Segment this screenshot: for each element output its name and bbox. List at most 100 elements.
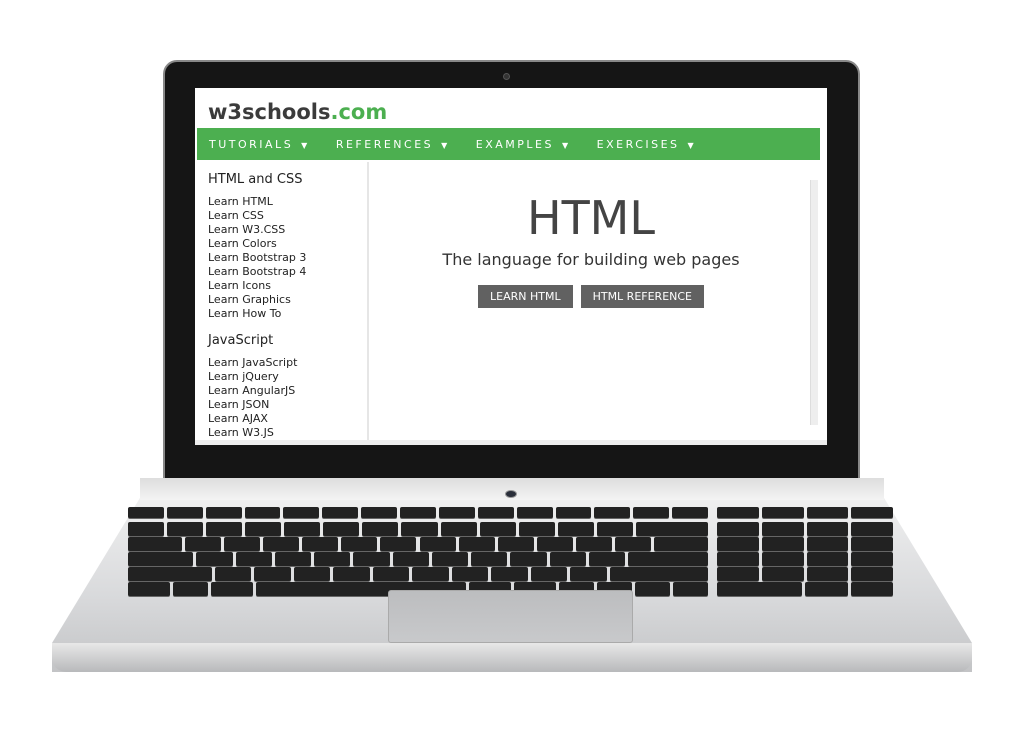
logo-suffix: .com [330,100,388,124]
keyboard-key [851,507,893,518]
keyboard-key [717,537,759,551]
keyboard-key [196,552,233,566]
keyboard-key [479,522,516,536]
keyboard-key [635,522,708,536]
keyboard-key [293,567,331,581]
keyboard-key [673,582,708,596]
keyboard-key [510,552,547,566]
sidebar-link[interactable]: Learn Colors [208,237,367,251]
keyboard-key [438,507,475,518]
keyboard-key [380,537,417,551]
w3schools-logo[interactable]: w3schools.com [208,100,387,124]
keyboard-key [575,537,612,551]
keyboard-key [672,507,708,518]
keyboard-key [372,567,410,581]
keyboard-key [717,567,759,581]
sidebar-link[interactable]: Learn W3.JS [208,426,367,440]
learn-html-button[interactable]: LEARN HTML [477,285,573,308]
keyboard-key [806,537,849,551]
keyboard-key [806,507,849,518]
keyboard-key [224,537,261,551]
keyboard [128,507,708,596]
keyboard-key [717,522,759,536]
keyboard-key [128,552,194,566]
keyboard-key [353,552,390,566]
sidebar-link[interactable]: Learn AJAX [208,412,367,426]
scrollbar[interactable] [810,180,818,425]
keyboard-key [322,507,359,518]
keyboard-key [555,507,592,518]
nav-tutorials[interactable]: TUTORIALS ▼ [209,138,310,151]
keyboard-key [806,522,849,536]
sidebar-heading-javascript: JavaScript [208,333,274,348]
sidebar-link[interactable]: Learn W3.CSS [208,223,367,237]
keyboard-key [594,507,631,518]
keyboard-key [851,522,893,536]
keyboard-key [254,567,291,581]
keyboard-key [653,537,708,551]
keyboard-key [302,537,339,551]
keyboard-key [419,537,456,551]
keyboard-key [458,537,495,551]
keyboard-key [536,537,573,551]
horizontal-scrollbar[interactable] [195,440,827,445]
keyboard-key [185,537,222,551]
keyboard-key [283,507,320,518]
keyboard-key [206,522,243,536]
sidebar-link[interactable]: Learn Bootstrap 3 [208,251,367,265]
sidebar-link[interactable]: Learn How To [208,307,367,321]
nav-exercises[interactable]: EXERCISES ▼ [597,138,697,151]
keyboard-key [235,552,272,566]
keyboard-key [635,582,670,596]
nav-references[interactable]: REFERENCES ▼ [336,138,450,151]
sidebar: HTML and CSS Learn HTML Learn CSS Learn W3… [197,162,369,445]
nav-label: TUTORIALS [209,137,294,151]
keyboard-key [614,537,651,551]
keyboard-key [761,507,804,518]
sidebar-link[interactable]: Learn Graphics [208,293,367,307]
keyboard-key [412,567,449,581]
caret-down-icon: ▼ [301,140,310,150]
sidebar-link[interactable]: Learn Bootstrap 4 [208,265,367,279]
caret-down-icon: ▼ [441,140,450,150]
keyboard-key [128,507,164,518]
keyboard-key [362,522,399,536]
keyboard-key [588,552,626,566]
keyboard-key [851,552,893,566]
sidebar-link[interactable]: Learn JavaScript [208,356,367,370]
sidebar-link[interactable]: Learn AngularJS [208,384,367,398]
keyboard-key [851,537,893,551]
keyboard-key [323,522,360,536]
sidebar-heading-html-css: HTML and CSS [208,172,303,187]
html-reference-button[interactable]: HTML REFERENCE [580,285,705,308]
sidebar-link[interactable]: Learn Icons [208,279,367,293]
sidebar-link[interactable]: Learn CSS [208,209,367,223]
sidebar-link[interactable]: Learn JSON [208,398,367,412]
keyboard-key [557,522,594,536]
keyboard-key [440,522,477,536]
caret-down-icon: ▼ [562,140,571,150]
touchpad [388,590,633,643]
keyboard-key [274,552,312,566]
sidebar-link[interactable]: Learn jQuery [208,370,367,384]
keyboard-key [851,567,893,581]
keyboard-key [761,537,804,551]
keyboard-key [717,552,759,566]
keyboard-key [451,567,489,581]
sidebar-link[interactable]: Learn HTML [208,195,367,209]
keyboard-key [361,507,398,518]
nav-label: REFERENCES [335,137,434,151]
keyboard-key [497,537,534,551]
webcam-icon [503,73,510,80]
keyboard-key [717,582,802,596]
keyboard-key [633,507,670,518]
page-title: HTML [526,191,655,245]
nav-label: EXERCISES [596,137,680,151]
top-navigation: TUTORIALS ▼ REFERENCES ▼ EXAMPLES ▼ EXER… [197,128,820,160]
keyboard-key [717,507,759,518]
keyboard-key [205,507,242,518]
keyboard-key [333,567,370,581]
keyboard-key [628,552,708,566]
nav-examples[interactable]: EXAMPLES ▼ [476,138,571,151]
caret-down-icon: ▼ [687,140,697,150]
